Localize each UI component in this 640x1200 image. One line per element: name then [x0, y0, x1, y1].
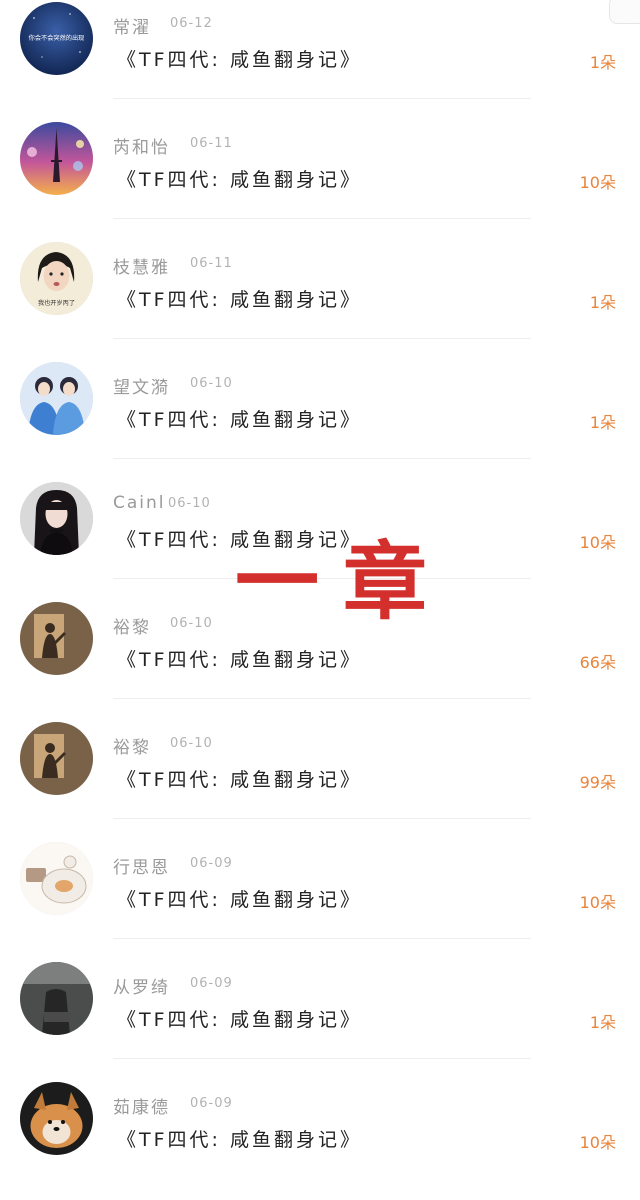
user-name: 枝慧雅	[113, 258, 170, 278]
user-name: 从罗绮	[113, 978, 170, 998]
divider	[113, 218, 531, 219]
gift-date: 06-09	[190, 976, 233, 991]
book-title[interactable]: 《TF四代: 咸鱼翻身记》	[117, 405, 362, 432]
book-title[interactable]: 《TF四代: 咸鱼翻身记》	[117, 1005, 362, 1032]
user-name: 常濯	[113, 18, 151, 38]
avatar[interactable]	[20, 722, 93, 795]
avatar[interactable]	[20, 1082, 93, 1155]
avatar[interactable]: 我也开岁丙了	[20, 242, 93, 315]
book-title[interactable]: 《TF四代: 咸鱼翻身记》	[117, 1125, 362, 1152]
user-name: 茹康德	[113, 1098, 170, 1118]
avatar[interactable]: 你会不会突然的出现	[20, 2, 93, 75]
user-name: 裕黎	[113, 618, 151, 638]
divider	[113, 458, 531, 459]
flower-count: 1朵	[589, 1013, 616, 1032]
book-title[interactable]: 《TF四代: 咸鱼翻身记》	[117, 765, 362, 792]
avatar[interactable]	[20, 962, 93, 1035]
avatar[interactable]	[20, 482, 93, 555]
gift-date: 06-11	[190, 136, 233, 151]
user-name: Cainl	[113, 493, 166, 513]
gift-date: 06-10	[170, 736, 213, 751]
book-title[interactable]: 《TF四代: 咸鱼翻身记》	[117, 885, 362, 912]
flower-count: 99朵	[579, 773, 616, 792]
avatar[interactable]	[20, 842, 93, 915]
avatar[interactable]	[20, 602, 93, 675]
gift-date: 06-10	[170, 616, 213, 631]
gift-date: 06-12	[170, 16, 213, 31]
avatar[interactable]	[20, 122, 93, 195]
list-item[interactable]: 裕黎 06-10 《TF四代: 咸鱼翻身记》 99朵	[0, 720, 640, 840]
gift-date: 06-11	[190, 256, 233, 271]
overlay-caption: 一章	[235, 532, 452, 631]
user-name: 裕黎	[113, 738, 151, 758]
divider	[113, 98, 531, 99]
list-item[interactable]: 你会不会突然的出现 常濯 06-12 《TF四代: 咸鱼翻身记》 1朵	[0, 0, 640, 120]
book-title[interactable]: 《TF四代: 咸鱼翻身记》	[117, 45, 362, 72]
list-item[interactable]: 芮和怡 06-11 《TF四代: 咸鱼翻身记》 10朵	[0, 120, 640, 240]
list-item[interactable]: 我也开岁丙了 枝慧雅 06-11 《TF四代: 咸鱼翻身记》 1朵	[0, 240, 640, 360]
divider	[113, 698, 531, 699]
divider	[113, 938, 531, 939]
flower-count: 10朵	[579, 1133, 616, 1152]
flower-count: 1朵	[589, 293, 616, 312]
flower-count: 10朵	[579, 893, 616, 912]
list-item[interactable]: 行思恩 06-09 《TF四代: 咸鱼翻身记》 10朵	[0, 840, 640, 960]
flower-count: 1朵	[589, 53, 616, 72]
user-name: 芮和怡	[113, 138, 170, 158]
gift-date: 06-09	[190, 1096, 233, 1111]
avatar-caption: 你会不会突然的出现	[29, 34, 85, 42]
flower-count: 1朵	[589, 413, 616, 432]
book-title[interactable]: 《TF四代: 咸鱼翻身记》	[117, 645, 362, 672]
list-item[interactable]: 茹康德 06-09 《TF四代: 咸鱼翻身记》 10朵	[0, 1080, 640, 1200]
divider	[113, 338, 531, 339]
divider	[113, 1058, 531, 1059]
gift-date: 06-10	[190, 376, 233, 391]
flower-count: 10朵	[579, 173, 616, 192]
list-item[interactable]: 望文漪 06-10 《TF四代: 咸鱼翻身记》 1朵	[0, 360, 640, 480]
avatar-caption: 我也开岁丙了	[38, 299, 75, 307]
book-title[interactable]: 《TF四代: 咸鱼翻身记》	[117, 165, 362, 192]
gift-date: 06-10	[168, 496, 211, 511]
top-right-button[interactable]	[609, 0, 640, 24]
list-item[interactable]: 从罗绮 06-09 《TF四代: 咸鱼翻身记》 1朵	[0, 960, 640, 1080]
user-name: 望文漪	[113, 378, 170, 398]
user-name: 行思恩	[113, 858, 170, 878]
gift-date: 06-09	[190, 856, 233, 871]
flower-count: 66朵	[579, 653, 616, 672]
avatar[interactable]	[20, 362, 93, 435]
book-title[interactable]: 《TF四代: 咸鱼翻身记》	[117, 285, 362, 312]
divider	[113, 818, 531, 819]
flower-count: 10朵	[579, 533, 616, 552]
